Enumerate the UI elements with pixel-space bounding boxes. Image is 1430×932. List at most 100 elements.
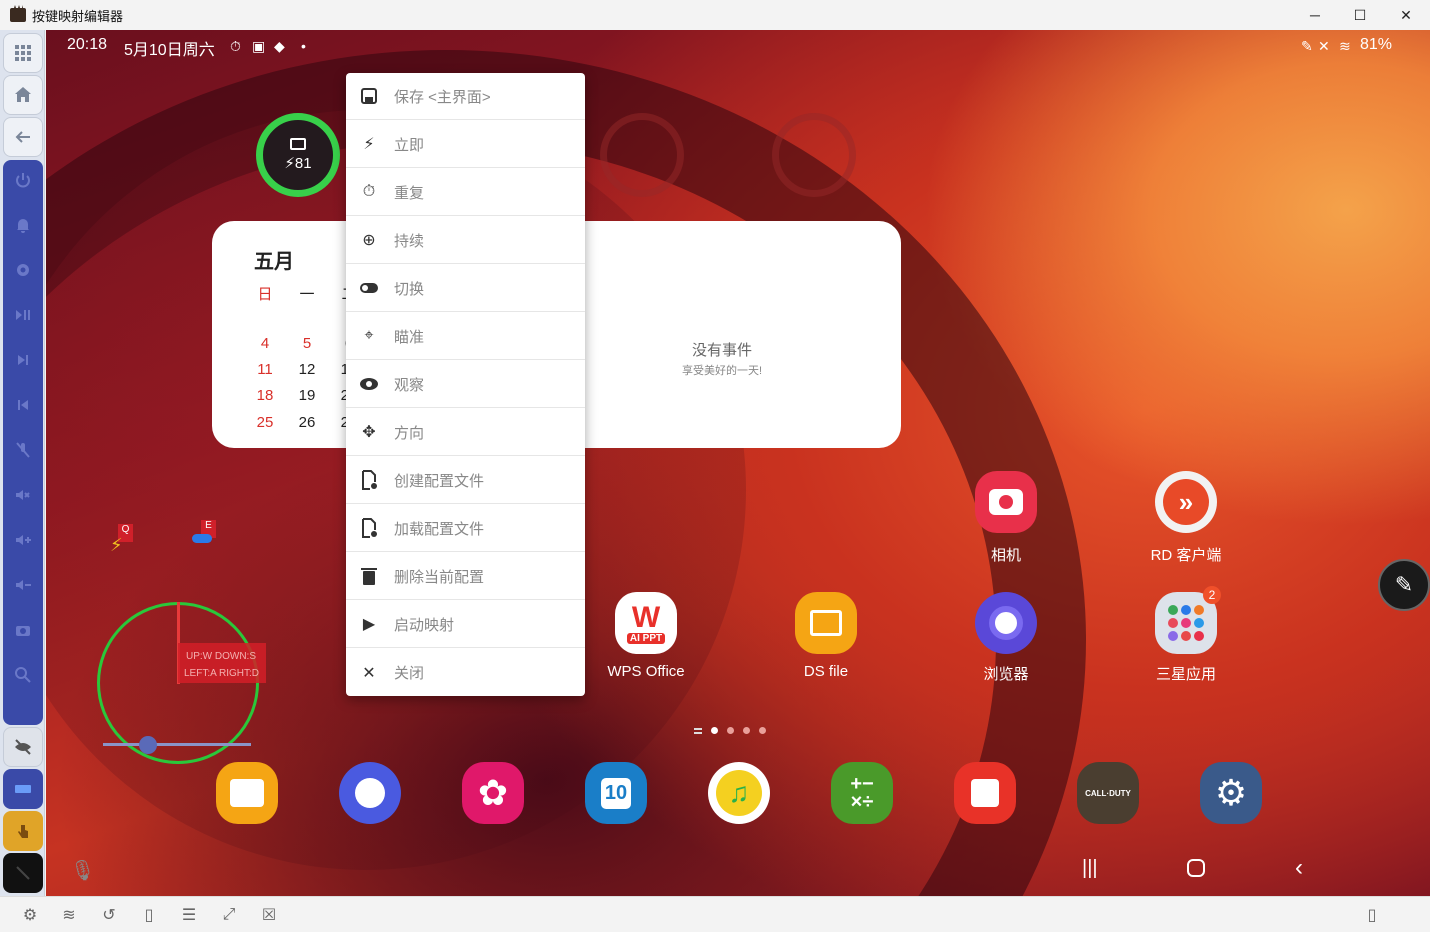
recents-nav-button[interactable]: ||| — [1082, 857, 1098, 880]
volume-up-button[interactable] — [3, 520, 43, 560]
size-slider-track[interactable] — [103, 743, 251, 746]
edit-pen-button[interactable]: ✎ — [1378, 559, 1430, 611]
zoom-button[interactable] — [3, 655, 43, 695]
wps-office-app[interactable]: W AI PPT — [615, 592, 677, 654]
mic-button[interactable]: 🎙 — [70, 858, 95, 883]
back-button[interactable] — [3, 117, 43, 157]
keyboard-button[interactable] — [3, 769, 43, 809]
settings-button[interactable] — [3, 250, 43, 290]
minimize-button[interactable]: ─ — [1292, 0, 1338, 30]
call-of-duty-app[interactable]: CALL·DUTY — [1077, 762, 1139, 824]
menu-item-observe[interactable]: 观察 — [346, 361, 585, 408]
calendar-day[interactable]: 12 — [292, 361, 322, 378]
calendar-day[interactable]: 18 — [250, 387, 280, 404]
target-icon: ⌖ — [364, 327, 374, 344]
menu-item-toggle[interactable]: 切换 — [346, 265, 585, 312]
settings-gears-button[interactable]: ⚙ — [20, 905, 40, 925]
gallery-app[interactable]: ✿ — [462, 762, 524, 824]
file-gear-icon: ▯ — [144, 907, 154, 924]
next-track-button[interactable] — [3, 340, 43, 380]
close-window-button[interactable]: ✕ — [1383, 0, 1429, 30]
home-button[interactable] — [3, 75, 43, 115]
history-button[interactable]: ↺ — [99, 905, 119, 925]
rd-client-app-label: RD 客户端 — [1150, 547, 1222, 564]
maximize-button[interactable]: ☐ — [1337, 0, 1383, 30]
volume-mute-button[interactable] — [3, 475, 43, 515]
device-ring-2[interactable] — [600, 113, 684, 197]
mute-icon — [16, 866, 30, 880]
play-pause-button[interactable] — [3, 295, 43, 335]
menu-item-delete-config[interactable]: 删除当前配置 — [346, 553, 585, 600]
mic-icon: 🎙 — [70, 860, 96, 882]
apps-grid-icon — [15, 45, 31, 61]
timer-icon: ⏱ — [362, 183, 376, 200]
page-dot-active — [711, 727, 718, 734]
calendar-day[interactable]: 19 — [292, 387, 322, 404]
touch-button[interactable] — [3, 811, 43, 851]
menu-item-save[interactable]: 保存 <主界面> — [346, 73, 585, 120]
home-icon — [15, 87, 31, 102]
menu-item-aim[interactable]: ⌖ 瞄准 — [346, 313, 585, 360]
menu-item-direction[interactable]: ✥ 方向 — [346, 409, 585, 456]
device-ring-3[interactable] — [772, 113, 856, 197]
my-files-app[interactable] — [216, 762, 278, 824]
settings-app[interactable]: ⚙ — [1200, 762, 1262, 824]
menu-item-start-mapping[interactable]: ▶ 启动映射 — [346, 601, 585, 648]
calendar-day[interactable]: 26 — [292, 414, 322, 431]
flower-icon: ✿ — [477, 772, 509, 813]
close-mapping-button[interactable]: ☒ — [259, 905, 279, 925]
menu-item-instant[interactable]: ⚡ 立即 — [346, 121, 585, 168]
calculator-app[interactable]: +− ×÷ — [831, 762, 893, 824]
joystick-label-box: UP:W DOWN:S LEFT:A RIGHT:D — [178, 643, 266, 683]
calendar-day[interactable]: 11 — [250, 361, 280, 378]
status-date: 5月10日周六 — [124, 42, 215, 59]
list-button[interactable]: ☰ — [179, 905, 199, 925]
calendar-day[interactable]: 25 — [250, 414, 280, 431]
wps-logo-icon: W — [631, 600, 661, 634]
notification-button[interactable] — [3, 205, 43, 245]
page-indicator[interactable] — [694, 727, 766, 734]
phone-rotate-button[interactable]: ▯ — [1362, 905, 1382, 925]
screenshot-button[interactable] — [3, 610, 43, 650]
home-nav-button[interactable] — [1187, 859, 1205, 877]
prev-track-button[interactable] — [3, 385, 43, 425]
camera-app[interactable] — [975, 471, 1037, 533]
calendar-day[interactable]: 5 — [292, 335, 322, 352]
eye-icon — [359, 374, 379, 394]
samsung-internet-app[interactable] — [339, 762, 401, 824]
menu-item-create-profile[interactable]: 创建配置文件 — [346, 457, 585, 504]
music-app[interactable]: ♫ — [708, 762, 770, 824]
play-icon: ▶ — [362, 616, 376, 633]
resize-button[interactable]: ⤢ — [219, 905, 239, 925]
smile-icon — [355, 778, 385, 808]
browser-app[interactable] — [975, 592, 1037, 654]
samsung-apps-folder[interactable]: 2 — [1155, 586, 1221, 654]
calendar-app[interactable]: 10 — [585, 762, 647, 824]
status-time: 20:18 — [67, 36, 108, 53]
rd-client-app[interactable]: » — [1155, 471, 1217, 533]
file-config-button[interactable]: ▯ — [139, 905, 159, 925]
apps-grid-button[interactable] — [3, 33, 43, 73]
power-icon — [16, 173, 30, 188]
notes-app[interactable] — [954, 762, 1016, 824]
menu-item-hold[interactable]: ⊕ 持续 — [346, 217, 585, 264]
menu-item-load-profile[interactable]: 加载配置文件 — [346, 505, 585, 552]
volume-down-button[interactable] — [3, 565, 43, 605]
ds-file-app[interactable] — [795, 592, 857, 654]
menu-item-repeat[interactable]: ⏱ 重复 — [346, 169, 585, 216]
hide-mapping-button[interactable] — [3, 727, 43, 767]
calendar-day[interactable]: 4 — [250, 335, 280, 352]
page-dot — [727, 727, 734, 734]
pen-icon: ✎ — [1394, 572, 1414, 597]
music-note-icon: ♫ — [716, 770, 762, 816]
power-button[interactable] — [3, 160, 43, 200]
device-screen[interactable]: 20:18 5月10日周六 ⏱ ▣ ◆ • ✎ ✕ ≋ 81% ⚡81 五月 日… — [46, 30, 1430, 896]
size-slider-thumb[interactable] — [139, 736, 157, 754]
menu-item-close[interactable]: ✕ 关闭 — [346, 649, 585, 696]
wireless-button[interactable]: ≋ — [59, 905, 79, 925]
battery-widget[interactable]: ⚡81 — [256, 113, 340, 197]
back-nav-button[interactable]: ‹ — [1295, 854, 1303, 882]
bell-icon — [17, 219, 29, 233]
dark-mode-button[interactable] — [3, 853, 43, 893]
mute-mic-button[interactable] — [3, 430, 43, 470]
